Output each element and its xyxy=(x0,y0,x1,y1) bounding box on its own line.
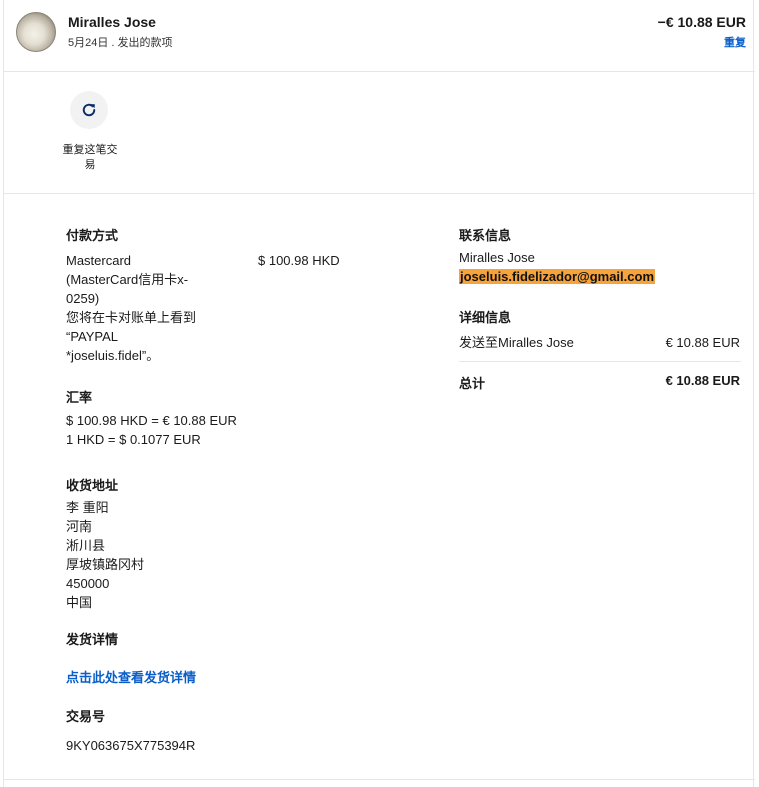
transaction-subtitle: 5月24日 . 发出的款项 xyxy=(68,37,173,49)
payment-line: 0259) xyxy=(66,291,100,306)
contact-name: Miralles Jose xyxy=(459,250,535,265)
address-line: 厚坡镇路冈村 xyxy=(66,557,145,572)
avatar xyxy=(16,12,56,52)
details-title: 详细信息 xyxy=(459,310,512,325)
payment-line: *joseluis.fidel”。 xyxy=(66,348,160,363)
shipping-address-title: 收货地址 xyxy=(66,478,119,493)
total-amount: € 10.88 EUR xyxy=(665,373,740,388)
payment-amount: $ 100.98 HKD xyxy=(258,253,340,268)
view-shipping-details-link[interactable]: 点击此处查看发货详情 xyxy=(66,667,196,686)
counterparty-name: Miralles Jose xyxy=(68,14,156,30)
exchange-rate-line: 1 HKD = $ 0.1077 EUR xyxy=(66,432,201,447)
exchange-rate-title: 汇率 xyxy=(66,390,93,405)
payment-line: Mastercard xyxy=(66,253,132,268)
contact-email[interactable]: joseluis.fidelizador@gmail.com xyxy=(459,269,655,284)
transaction-id: 9KY063675X775394R xyxy=(66,738,196,753)
address-line: 450000 xyxy=(66,576,110,591)
total-label: 总计 xyxy=(459,376,486,391)
repeat-link[interactable]: 重复 xyxy=(724,34,746,50)
repeat-transaction-button[interactable] xyxy=(70,91,108,129)
transaction-amount: −€ 10.88 EUR xyxy=(657,14,746,30)
address-line: 河南 xyxy=(66,519,93,534)
address-line: 李 重阳 xyxy=(66,500,109,515)
payment-method-title: 付款方式 xyxy=(66,228,119,243)
shipping-details-title: 发货详情 xyxy=(66,632,119,647)
payment-line: (MasterCard信用卡x- xyxy=(66,272,189,287)
refresh-icon xyxy=(82,103,96,117)
transaction-detail-panel: Miralles Jose 5月24日 . 发出的款项 −€ 10.88 EUR… xyxy=(3,0,755,787)
contact-info-title: 联系信息 xyxy=(459,228,512,243)
repeat-transaction-label[interactable]: 重复这笔交易 xyxy=(60,143,120,173)
payment-line: 您将在卡对账单上看到 xyxy=(66,310,197,325)
action-bar: 重复这笔交易 xyxy=(4,71,755,194)
address-line: 中国 xyxy=(66,595,93,610)
payment-line: “PAYPAL xyxy=(66,329,119,344)
bottom-divider xyxy=(4,779,755,780)
transaction-header[interactable]: Miralles Jose 5月24日 . 发出的款项 −€ 10.88 EUR… xyxy=(4,0,755,72)
transaction-id-title: 交易号 xyxy=(66,709,106,724)
payment-method-details: Mastercard (MasterCard信用卡x- 0259) 您将在卡对账… xyxy=(66,251,226,365)
address-line: 淅川县 xyxy=(66,538,106,553)
exchange-rate-line: $ 100.98 HKD = € 10.88 EUR xyxy=(66,413,237,428)
details-divider xyxy=(459,361,741,362)
sent-to-amount: € 10.88 EUR xyxy=(665,335,740,350)
contact-email-row: joseluis.fidelizador@gmail.com xyxy=(459,267,655,286)
shipping-address: 李 重阳 河南 淅川县 厚坡镇路冈村 450000 中国 xyxy=(66,498,144,612)
sent-to-label: 发送至Miralles Jose xyxy=(459,335,574,350)
